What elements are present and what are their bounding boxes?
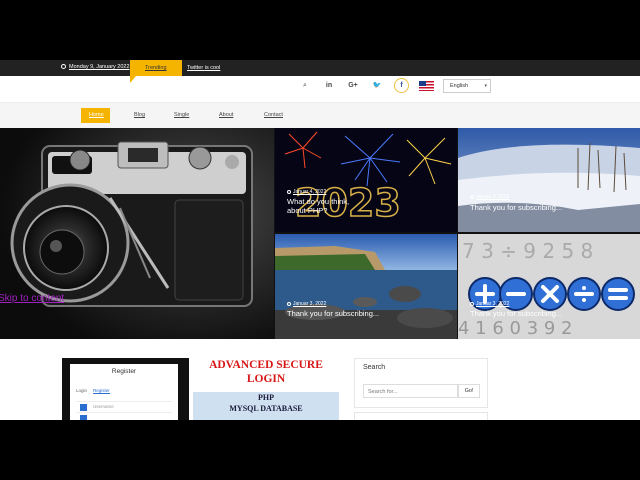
post-title[interactable]: Thank you for subscribing... [470,203,562,212]
current-date[interactable]: Monday 9, January 2022 [61,64,130,70]
coast-image [275,234,457,339]
hero-grid: Skip to content 2023 Januar 4, 2022 What… [0,128,640,339]
post-date[interactable]: Januar 4, 2022 [287,189,326,195]
tab-register: Register [93,388,110,394]
skip-to-content-link[interactable]: Skip to content [0,293,64,304]
banner-line-2: LOGIN [246,373,286,385]
nav-home-label: Home [89,112,104,118]
main-nav: Home Blog Single About Contact [0,102,640,128]
content-area: Register Login Register Username ADVANCED… [0,339,640,420]
us-flag-icon [419,81,434,91]
banner-heading: ADVANCED SECURE LOGIN [191,358,341,386]
post-title[interactable]: Thank you for subscribing... [470,309,562,318]
nav-blog[interactable]: Blog [134,112,145,118]
nav-home[interactable]: Home [81,108,110,123]
language-select[interactable]: English ▾ [443,79,491,93]
math-symbols-image: 7 3 ÷ 9 2 5 8 4 1 6 0 3 9 2 [458,234,640,339]
register-title: Register [111,368,137,375]
post-tile-math[interactable]: 7 3 ÷ 9 2 5 8 4 1 6 0 3 9 2 Januar 3, 20… [458,234,640,339]
register-thumbnail[interactable]: Register Login Register Username [62,358,189,420]
post-tile-coast[interactable]: Januar 3, 2022 Thank you for subscribing… [275,234,457,339]
post-tile-fireworks[interactable]: 2023 Januar 4, 2022 What do you think, a… [275,128,457,232]
username-placeholder: Username [93,404,114,409]
twitter-icon[interactable]: 🐦 [370,80,384,92]
trending-badge[interactable]: Trending [130,60,182,76]
post-date[interactable]: Januar 3, 2022 [287,301,326,307]
post-title[interactable]: Thank you for subscribing... [287,309,379,318]
fireworks-image: 2023 [275,128,457,232]
svg-text:7 3 ÷ 9 2 5 8: 7 3 ÷ 9 2 5 8 [462,239,593,263]
register-card: Register Login Register Username [70,364,178,420]
user-icon [80,404,87,411]
search-input[interactable]: Search for... [363,384,458,398]
banner-subtitle: PHP MYSQL DATABASE [193,392,339,420]
clock-icon [61,64,66,69]
banner-line-4: MYSQL DATABASE [229,404,303,413]
lock-icon [80,415,87,420]
search-go-button[interactable]: Go! [458,384,480,398]
post-date[interactable]: Januar 3, 2022 [470,194,509,200]
facebook-icon[interactable]: f [394,78,409,93]
banner-line-1: ADVANCED SECURE [209,359,323,371]
language-selected: English [450,83,469,89]
trending-badge-tail [130,76,136,83]
news-ticker[interactable]: Twitter is cool [187,65,220,71]
tab-login: Login [76,388,88,393]
search-widget: Search Search for... Go! [354,358,488,408]
google-plus-icon[interactable]: G+ [346,80,360,92]
search-icon[interactable]: ⌕ [298,80,312,92]
register-tabs: Login Register [76,388,110,394]
linkedin-icon[interactable]: in [322,80,336,92]
username-field: Username [76,401,172,413]
date-text: Monday 9, January 2022 [69,64,130,70]
post-tile-winter[interactable]: Januar 3, 2022 Thank you for subscribing… [458,128,640,232]
nav-contact[interactable]: Contact [264,112,283,118]
camera-photo [0,128,274,339]
post-date[interactable]: Januar 3, 2022 [470,301,509,307]
advanced-login-banner[interactable]: ADVANCED SECURE LOGIN PHP MYSQL DATABASE [191,358,341,420]
trending-label: Trending [145,65,167,71]
nav-about[interactable]: About [219,112,233,118]
chevron-down-icon: ▾ [484,83,487,89]
winter-landscape-image [458,128,640,232]
banner-line-3: PHP [258,393,274,402]
top-bar: Monday 9, January 2022 Trending Twitter … [0,60,640,76]
post-title[interactable]: What do you think, about PHP? [287,197,367,215]
website-page: Monday 9, January 2022 Trending Twitter … [0,60,640,420]
sidebar-widget [354,412,488,420]
svg-text:4 1 6 0 3 9 2: 4 1 6 0 3 9 2 [458,318,573,339]
nav-single[interactable]: Single [174,112,189,118]
search-widget-title: Search [363,364,386,371]
featured-post-camera[interactable]: Skip to content [0,128,274,339]
